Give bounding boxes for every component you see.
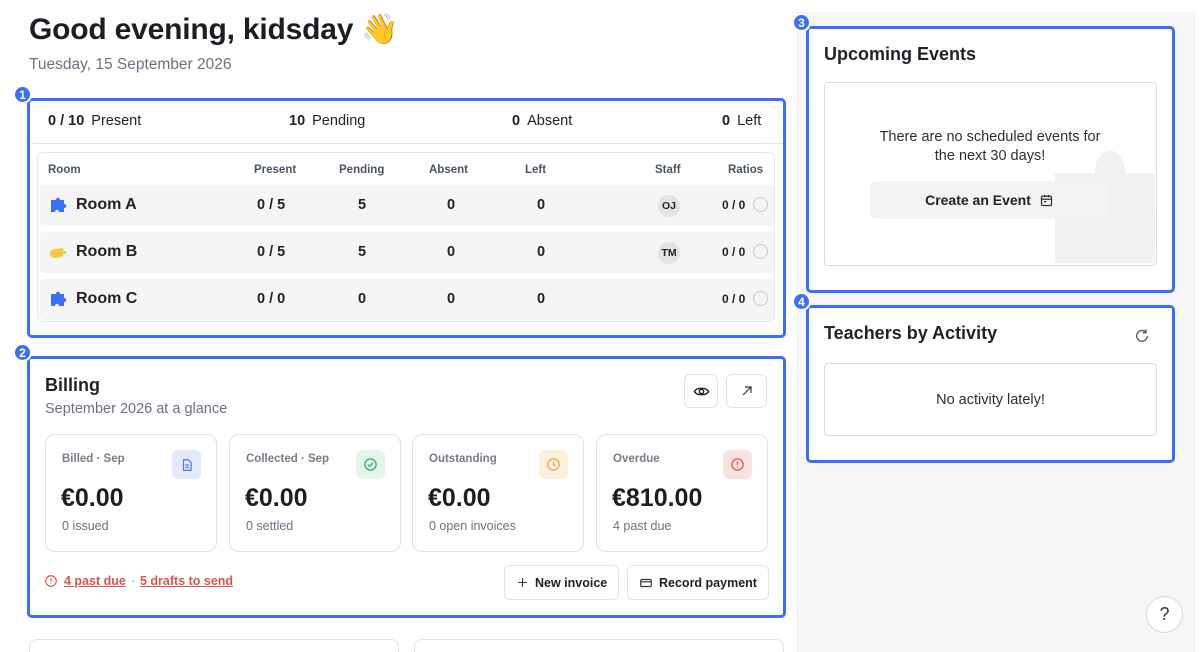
card-label: Overdue — [613, 453, 660, 465]
teachers-empty-text: No activity lately! — [936, 392, 1045, 408]
col-present: Present — [254, 164, 297, 176]
separator: · — [130, 574, 135, 588]
room-name: Room B — [76, 243, 138, 260]
summary-divider — [31, 143, 783, 144]
collected-card[interactable]: Collected · Sep €0.00 0 settled — [229, 434, 401, 552]
section-badge-2: 2 — [13, 343, 32, 362]
hand-icon — [50, 248, 67, 258]
plus-icon — [518, 578, 527, 587]
card-amount: €0.00 — [245, 484, 308, 512]
card-icon — [640, 578, 652, 587]
card-sub: 0 open invoices — [429, 519, 516, 533]
rooms-table: Room Present Pending Absent Left Staff R… — [37, 152, 775, 322]
room-left: 0 — [537, 291, 546, 307]
card-amount: €810.00 — [612, 484, 703, 512]
section-badge-3: 3 — [792, 13, 811, 32]
room-present: 0 / 5 — [257, 197, 286, 213]
summary-pending: 10 Pending — [289, 113, 366, 129]
section-badge-1: 1 — [13, 85, 32, 104]
check-circle-icon — [356, 450, 385, 479]
card-sub: 4 past due — [613, 519, 672, 533]
page-title: Good evening, kidsday 👋 — [29, 13, 399, 46]
ratio-status-icon — [753, 197, 768, 212]
col-left: Left — [525, 164, 547, 176]
document-icon — [172, 450, 201, 479]
staff-avatar[interactable]: OJ — [658, 195, 680, 217]
room-absent: 0 — [447, 244, 456, 260]
teachers-title: Teachers by Activity — [824, 323, 998, 343]
table-row[interactable]: Room A 0 / 5 5 0 0 OJ 0 / 0 — [40, 185, 774, 226]
puzzle-icon — [51, 291, 67, 306]
card-label: Collected · Sep — [246, 453, 330, 465]
calendar-icon — [1040, 194, 1053, 206]
events-empty-text: There are no scheduled events for the ne… — [879, 129, 1101, 164]
col-staff: Staff — [655, 164, 681, 176]
staff-avatar[interactable]: TM — [658, 242, 680, 264]
summary-absent: 0 Absent — [512, 113, 573, 129]
col-ratios: Ratios — [728, 164, 764, 176]
room-pending: 0 — [358, 291, 367, 307]
refresh-icon[interactable] — [1134, 328, 1150, 344]
col-absent: Absent — [429, 164, 468, 176]
events-title: Upcoming Events — [824, 44, 977, 64]
billing-subtitle: September 2026 at a glance — [45, 401, 228, 417]
room-name: Room A — [76, 196, 137, 213]
card-label: Outstanding — [429, 453, 497, 465]
room-present: 0 / 0 — [257, 291, 286, 307]
open-billing-button[interactable] — [726, 374, 767, 408]
card-amount: €0.00 — [61, 484, 124, 512]
card-label: Billed · Sep — [62, 453, 125, 465]
room-name: Room C — [76, 290, 138, 307]
help-button[interactable]: ? — [1146, 596, 1183, 633]
alert-icon — [723, 450, 752, 479]
card-amount: €0.00 — [428, 484, 491, 512]
create-event-label: Create an Event — [925, 192, 1031, 208]
clock-icon — [539, 450, 568, 479]
ratio-status-icon — [753, 291, 768, 306]
billing-title: Billing — [45, 375, 100, 395]
record-payment-label: Record payment — [659, 575, 757, 590]
bottom-card-left — [29, 639, 399, 652]
create-event-button[interactable]: Create an Event — [870, 181, 1109, 219]
new-invoice-label: New invoice — [535, 575, 608, 590]
room-pending: 5 — [358, 197, 367, 213]
room-absent: 0 — [447, 291, 456, 307]
section-badge-4: 4 — [792, 292, 811, 311]
room-pending: 5 — [358, 244, 367, 260]
puzzle-icon — [51, 197, 67, 212]
drafts-link[interactable]: 5 drafts to send — [140, 574, 233, 588]
attendance-summary: 0 / 10 Present 10 Pending 0 Absent 0 Left — [31, 101, 783, 143]
bottom-card-right — [414, 639, 784, 652]
record-payment-button[interactable]: Record payment — [627, 565, 769, 600]
new-invoice-button[interactable]: New invoice — [504, 565, 620, 600]
summary-present: 0 / 10 Present — [48, 113, 142, 129]
alert-icon — [45, 575, 57, 587]
room-present: 0 / 5 — [257, 244, 286, 260]
outstanding-card[interactable]: Outstanding €0.00 0 open invoices — [412, 434, 584, 552]
current-date: Tuesday, 15 September 2026 — [29, 56, 232, 73]
room-ratio: 0 / 0 — [722, 292, 746, 306]
overdue-card[interactable]: Overdue €810.00 4 past due — [596, 434, 768, 552]
table-row[interactable]: Room B 0 / 5 5 0 0 TM 0 / 0 — [40, 232, 774, 273]
events-empty-box — [824, 82, 1157, 266]
col-pending: Pending — [339, 164, 385, 176]
room-ratio: 0 / 0 — [722, 245, 746, 259]
col-room: Room — [48, 164, 81, 176]
card-sub: 0 issued — [62, 519, 109, 533]
past-due-link[interactable]: 4 past due — [64, 574, 126, 588]
room-ratio: 0 / 0 — [722, 198, 746, 212]
room-left: 0 — [537, 244, 546, 260]
room-absent: 0 — [447, 197, 456, 213]
eye-icon — [693, 387, 709, 395]
billed-card[interactable]: Billed · Sep €0.00 0 issued — [45, 434, 217, 552]
table-row[interactable]: Room C 0 / 0 0 0 0 0 / 0 — [40, 279, 774, 320]
toggle-visibility-button[interactable] — [684, 374, 718, 408]
card-sub: 0 settled — [246, 519, 294, 533]
arrow-up-right-icon — [742, 386, 752, 396]
billing-warning: 4 past due · 5 drafts to send — [44, 574, 233, 588]
ratio-status-icon — [753, 244, 768, 259]
summary-left: 0 Left — [722, 113, 762, 129]
room-left: 0 — [537, 197, 546, 213]
